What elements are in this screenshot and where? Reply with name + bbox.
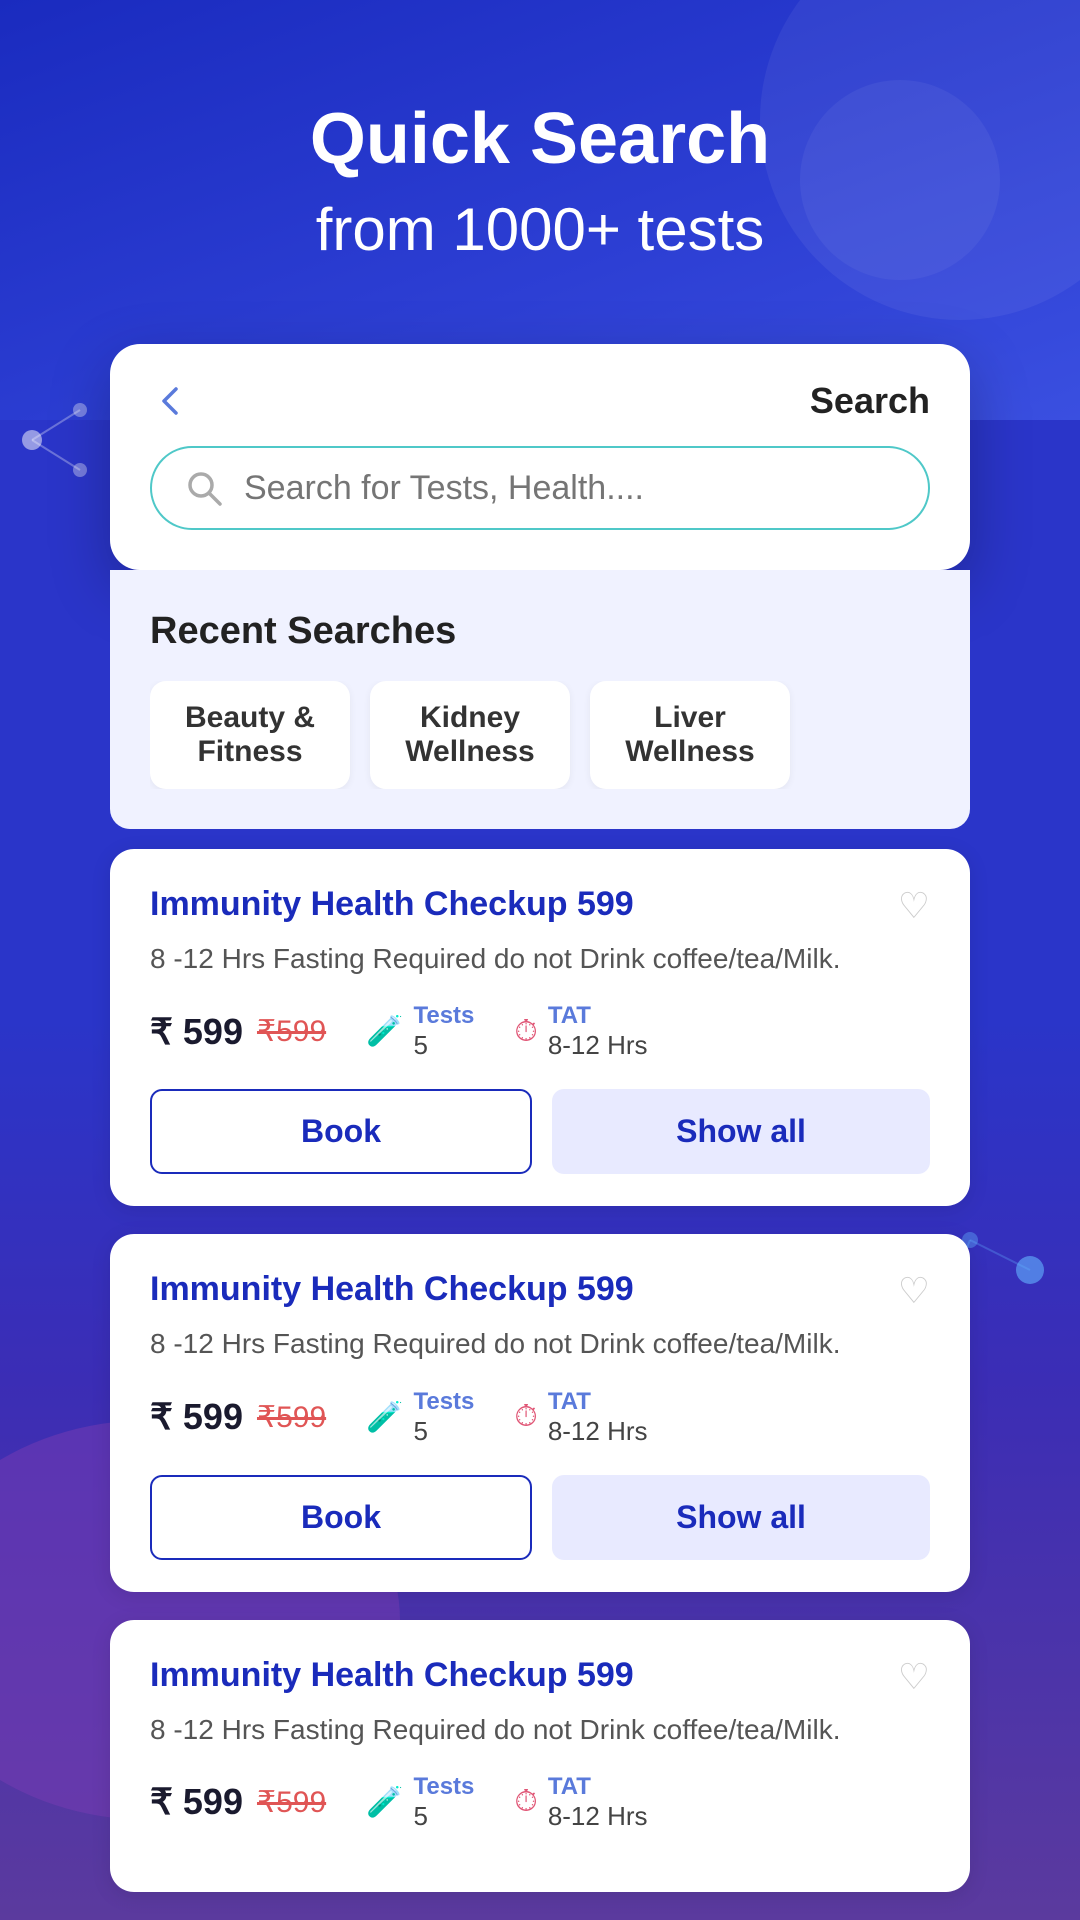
card-3-tat-value: 8-12 Hrs <box>548 1801 648 1832</box>
search-icon <box>182 466 226 510</box>
card-2-tests-meta: 🧪 Tests 5 <box>366 1388 474 1447</box>
card-3-tests-meta: 🧪 Tests 5 <box>366 1773 474 1832</box>
product-cards-section: Immunity Health Checkup 599 ♡ 8 -12 Hrs … <box>110 849 970 1892</box>
card-1-book-button[interactable]: Book <box>150 1089 532 1174</box>
card-1-actions: Book Show all <box>150 1089 930 1174</box>
card-3-tests-label: Tests <box>413 1773 474 1801</box>
card-3-description: 8 -12 Hrs Fasting Required do not Drink … <box>150 1710 930 1749</box>
card-1-price-current: ₹ 599 <box>150 1011 243 1053</box>
hero-title: Quick Search <box>310 100 770 179</box>
card-3-price: ₹ 599 ₹599 <box>150 1781 326 1823</box>
card-1-clock-icon: ⏱ <box>514 1015 537 1049</box>
card-1-favorite-icon[interactable]: ♡ <box>898 885 930 927</box>
card-3-favorite-icon[interactable]: ♡ <box>898 1656 930 1698</box>
card-1-price: ₹ 599 ₹599 <box>150 1011 326 1053</box>
card-3-clock-icon: ⏱ <box>514 1785 537 1819</box>
card-1-tests-value: 5 <box>413 1030 474 1061</box>
card-3-meta: ₹ 599 ₹599 🧪 Tests 5 ⏱ TAT 8-12 Hrs <box>150 1773 930 1832</box>
recent-tags-list: Beauty &Fitness KidneyWellness LiverWell… <box>150 681 930 789</box>
card-3-tat-meta: ⏱ TAT 8-12 Hrs <box>514 1773 647 1832</box>
card-2-book-button[interactable]: Book <box>150 1475 532 1560</box>
card-3-test-tube-icon: 🧪 <box>366 1785 403 1820</box>
card-2-tests-value: 5 <box>413 1416 474 1447</box>
back-button[interactable] <box>150 381 190 421</box>
card-2-title: Immunity Health Checkup 599 <box>150 1270 634 1309</box>
card-1-tests-label: Tests <box>413 1002 474 1030</box>
hero-subtitle: from 1000+ tests <box>316 195 765 264</box>
card-3-price-current: ₹ 599 <box>150 1781 243 1823</box>
card-2-meta: ₹ 599 ₹599 🧪 Tests 5 ⏱ TAT 8-12 Hrs <box>150 1388 930 1447</box>
card-3-tests-value: 5 <box>413 1801 474 1832</box>
product-card-3: Immunity Health Checkup 599 ♡ 8 -12 Hrs … <box>110 1620 970 1892</box>
product-card-2: Immunity Health Checkup 599 ♡ 8 -12 Hrs … <box>110 1234 970 1591</box>
card-3-header: Immunity Health Checkup 599 ♡ <box>150 1656 930 1698</box>
card-1-test-tube-icon: 🧪 <box>366 1014 403 1049</box>
card-2-tests-label: Tests <box>413 1388 474 1416</box>
recent-searches-section: Recent Searches Beauty &Fitness KidneyWe… <box>110 570 970 829</box>
recent-searches-title: Recent Searches <box>150 610 930 653</box>
card-2-test-tube-icon: 🧪 <box>366 1400 403 1435</box>
search-input[interactable] <box>244 469 898 508</box>
search-header-label: Search <box>810 380 930 422</box>
card-1-description: 8 -12 Hrs Fasting Required do not Drink … <box>150 939 930 978</box>
card-2-header: Immunity Health Checkup 599 ♡ <box>150 1270 930 1312</box>
card-3-tat-label: TAT <box>548 1773 648 1801</box>
card-1-meta: ₹ 599 ₹599 🧪 Tests 5 ⏱ TAT 8-12 Hrs <box>150 1002 930 1061</box>
card-2-favorite-icon[interactable]: ♡ <box>898 1270 930 1312</box>
back-arrow-icon <box>150 381 190 421</box>
search-card: Search <box>110 344 970 570</box>
card-2-price: ₹ 599 ₹599 <box>150 1396 326 1438</box>
card-1-tat-label: TAT <box>548 1002 648 1030</box>
product-card-1: Immunity Health Checkup 599 ♡ 8 -12 Hrs … <box>110 849 970 1206</box>
card-2-description: 8 -12 Hrs Fasting Required do not Drink … <box>150 1324 930 1363</box>
hero-section: Quick Search from 1000+ tests <box>0 0 1080 324</box>
card-1-tests-meta: 🧪 Tests 5 <box>366 1002 474 1061</box>
card-1-header: Immunity Health Checkup 599 ♡ <box>150 885 930 927</box>
card-2-price-current: ₹ 599 <box>150 1396 243 1438</box>
card-3-price-original: ₹599 <box>257 1785 326 1820</box>
card-1-tat-meta: ⏱ TAT 8-12 Hrs <box>514 1002 647 1061</box>
card-3-title: Immunity Health Checkup 599 <box>150 1656 634 1695</box>
recent-tag-liver-wellness[interactable]: LiverWellness <box>590 681 790 789</box>
card-2-tat-label: TAT <box>548 1388 648 1416</box>
search-card-header: Search <box>150 380 930 422</box>
card-2-price-original: ₹599 <box>257 1400 326 1435</box>
search-input-wrapper[interactable] <box>150 446 930 530</box>
card-1-show-all-button[interactable]: Show all <box>552 1089 930 1174</box>
recent-tag-kidney-wellness[interactable]: KidneyWellness <box>370 681 570 789</box>
card-2-tat-value: 8-12 Hrs <box>548 1416 648 1447</box>
card-1-tat-value: 8-12 Hrs <box>548 1030 648 1061</box>
recent-tag-beauty-fitness[interactable]: Beauty &Fitness <box>150 681 350 789</box>
card-2-actions: Book Show all <box>150 1475 930 1560</box>
card-2-clock-icon: ⏱ <box>514 1400 537 1434</box>
card-2-tat-meta: ⏱ TAT 8-12 Hrs <box>514 1388 647 1447</box>
card-1-title: Immunity Health Checkup 599 <box>150 885 634 924</box>
card-2-show-all-button[interactable]: Show all <box>552 1475 930 1560</box>
card-1-price-original: ₹599 <box>257 1014 326 1049</box>
